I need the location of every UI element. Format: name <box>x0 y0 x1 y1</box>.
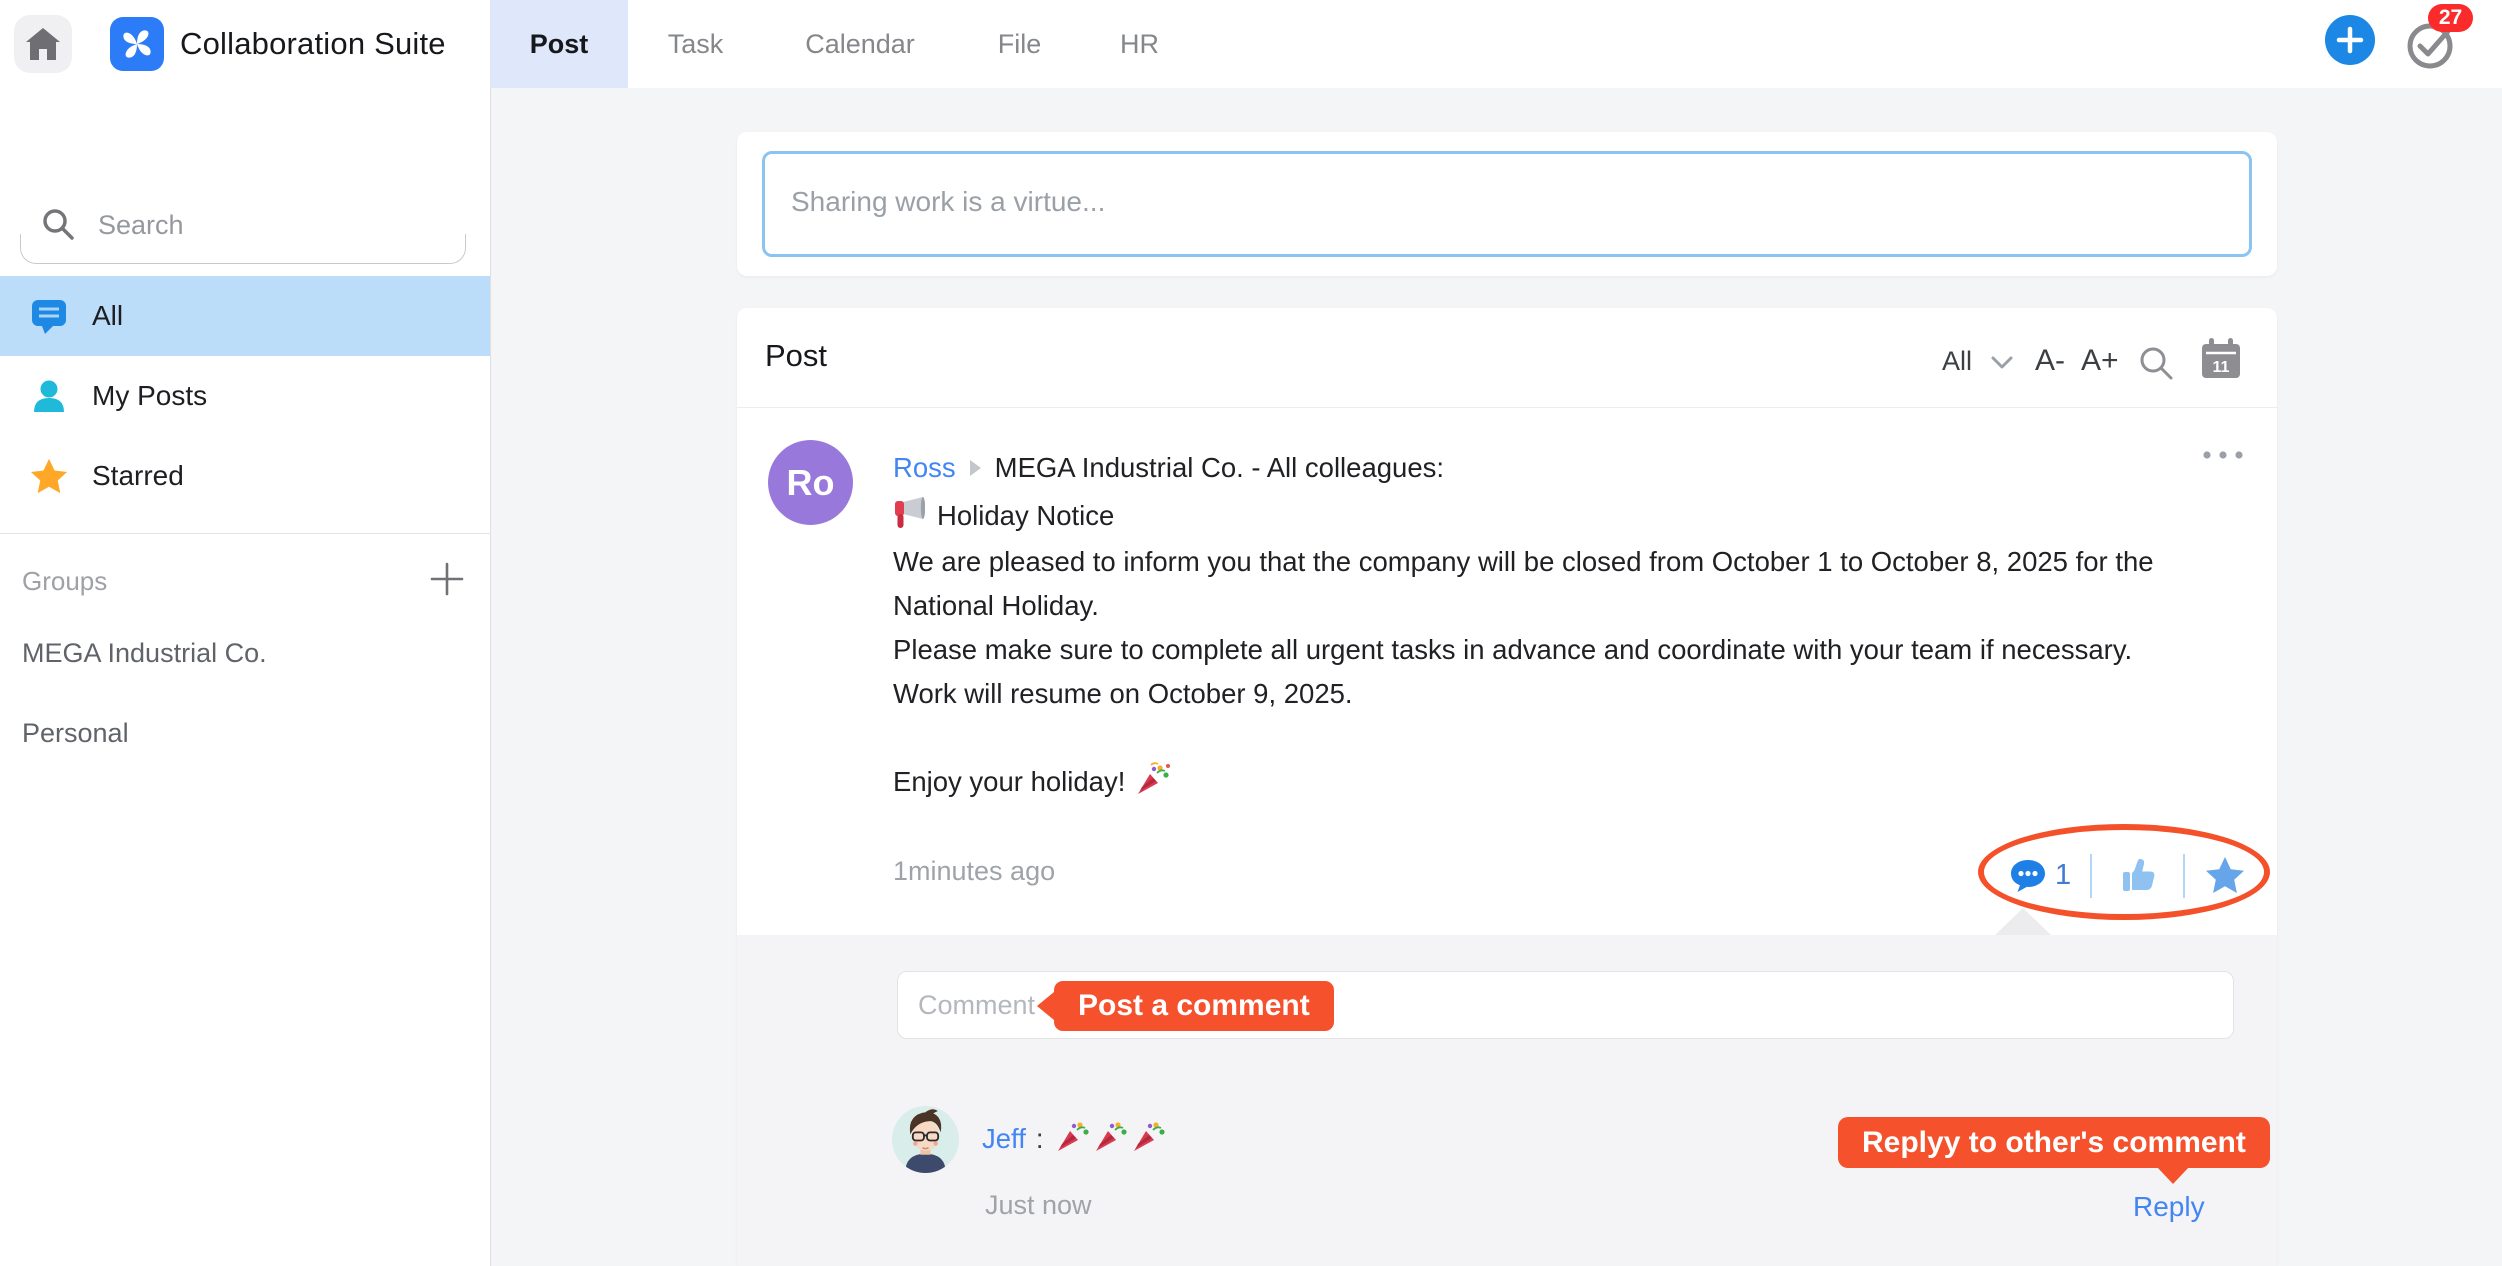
app-logo[interactable] <box>110 17 164 71</box>
sidebar-item-label: All <box>92 300 123 332</box>
comment-separator: : <box>1036 1123 1044 1155</box>
svg-text:11: 11 <box>2213 359 2230 376</box>
sidebar-item-all[interactable]: All <box>0 276 490 356</box>
sidebar-item-starred[interactable]: Starred <box>0 436 490 516</box>
party-popper-icon <box>1135 761 1171 804</box>
jeff-avatar-illustration <box>892 1106 959 1173</box>
comment-count: 1 <box>2055 859 2071 892</box>
chevron-right-icon <box>968 458 983 478</box>
reply-tooltip: Replyy to other's comment <box>1838 1117 2270 1168</box>
font-larger-button[interactable]: A+ <box>2081 344 2119 378</box>
person-icon <box>30 378 68 414</box>
font-smaller-button[interactable]: A- <box>2035 344 2065 378</box>
post-audience: MEGA Industrial Co. - All colleagues: <box>995 452 1444 484</box>
sidebar-item-label: Starred <box>92 460 184 492</box>
comment-count-button[interactable] <box>2009 858 2047 901</box>
post-panel-header: Post All A- A+ <box>737 308 2277 408</box>
commenter-link[interactable]: Jeff <box>982 1123 1026 1155</box>
thumbs-up-icon <box>2120 856 2158 894</box>
tooltip-arrow-left <box>1037 992 1054 1020</box>
search-underline <box>20 234 466 264</box>
groups-section-label: Groups <box>22 566 107 597</box>
like-button[interactable] <box>2120 856 2158 899</box>
chevron-down-icon[interactable] <box>1989 354 2015 377</box>
tab-calendar[interactable]: Calendar <box>782 0 938 88</box>
comment-section-pointer <box>1995 908 2051 935</box>
home-button[interactable] <box>14 15 72 73</box>
post-body-line: We are pleased to inform you that the co… <box>893 544 2154 580</box>
avatar: Ro <box>768 440 853 525</box>
post-closing-text: Enjoy your holiday! <box>893 766 1125 798</box>
reaction-divider <box>2090 854 2092 898</box>
avatar <box>892 1106 959 1173</box>
tab-task[interactable]: Task <box>648 0 743 88</box>
post-card: Post All A- A+ <box>737 308 2277 1266</box>
notification-badge: 27 <box>2428 4 2473 32</box>
reply-link[interactable]: Reply <box>2133 1191 2205 1223</box>
post-comment-tooltip: Post a comment <box>1037 981 1334 1031</box>
sidebar: All My Posts Starred Groups <box>0 88 491 1266</box>
comment-line: Jeff : <box>982 1119 1167 1159</box>
plus-icon <box>430 562 464 596</box>
composer-card <box>737 132 2277 276</box>
party-popper-icon <box>1055 1118 1091 1161</box>
comment-section: Post a comment <box>737 935 2277 1266</box>
comment-bubble-icon <box>2009 858 2047 896</box>
post-subject: Holiday Notice <box>937 500 1114 532</box>
tab-hr[interactable]: HR <box>1092 0 1187 88</box>
star-icon <box>2205 856 2245 894</box>
post-panel-title: Post <box>765 338 827 374</box>
pinwheel-icon <box>117 24 157 64</box>
plus-icon <box>2336 26 2364 54</box>
calendar-icon[interactable]: 11 <box>2197 336 2245 389</box>
post-closing-line: Enjoy your holiday! <box>893 764 1171 800</box>
post-subject-line: Holiday Notice <box>893 498 1114 534</box>
loudspeaker-icon <box>893 496 925 537</box>
filter-dropdown[interactable]: All <box>1942 346 1972 377</box>
tab-file[interactable]: File <box>972 0 1067 88</box>
create-post-button[interactable] <box>2325 15 2375 65</box>
comment-timestamp: Just now <box>985 1190 1092 1221</box>
sidebar-item-label: My Posts <box>92 380 207 412</box>
party-popper-icon <box>1093 1118 1129 1161</box>
composer-input[interactable] <box>762 151 2252 257</box>
tooltip-text: Post a comment <box>1054 981 1334 1031</box>
post-more-menu[interactable] <box>2201 448 2245 466</box>
post-author-line: Ross MEGA Industrial Co. - All colleague… <box>893 450 1444 486</box>
post-timestamp: 1minutes ago <box>893 856 1055 887</box>
reaction-divider <box>2183 854 2185 898</box>
tab-post[interactable]: Post <box>490 0 628 88</box>
add-group-button[interactable] <box>430 562 464 601</box>
search-posts-icon[interactable] <box>2137 344 2175 387</box>
home-icon <box>26 28 60 60</box>
star-post-button[interactable] <box>2205 856 2245 899</box>
app-window: Collaboration Suite Post Task Calendar F… <box>0 0 2502 1266</box>
chat-bubble-icon <box>30 297 68 335</box>
author-link[interactable]: Ross <box>893 452 956 484</box>
group-item-mega-industrial[interactable]: MEGA Industrial Co. <box>22 638 267 669</box>
tooltip-arrow-down <box>2157 1167 2189 1184</box>
group-item-personal[interactable]: Personal <box>22 718 129 749</box>
top-header: Collaboration Suite Post Task Calendar F… <box>0 0 2502 88</box>
post-body-line: National Holiday. <box>893 588 1099 624</box>
sidebar-item-my-posts[interactable]: My Posts <box>0 356 490 436</box>
app-title: Collaboration Suite <box>180 0 446 88</box>
avatar-initials: Ro <box>787 462 835 504</box>
post-body-line: Work will resume on October 9, 2025. <box>893 676 1353 712</box>
sidebar-divider <box>0 533 491 534</box>
post-body-line: Please make sure to complete all urgent … <box>893 632 2132 668</box>
party-popper-icon <box>1131 1118 1167 1161</box>
star-icon <box>30 457 68 495</box>
